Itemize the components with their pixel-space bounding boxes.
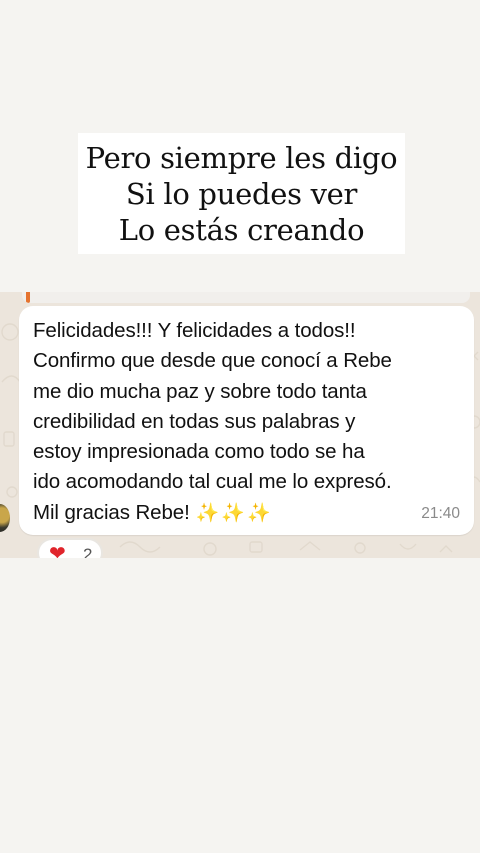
caption-box: Pero siempre les digo Si lo puedes ver L…: [78, 133, 405, 254]
sparkles-emoji: ✨✨✨: [195, 502, 273, 524]
message-last-line: Mil gracias Rebe! ✨✨✨: [33, 498, 465, 529]
heart-icon: ❤: [49, 543, 66, 558]
reaction-count: 2: [83, 545, 93, 558]
message-line: estoy impresionada como todo se ha: [33, 440, 365, 464]
message-line: ido acomodando tal cual me lo expresó.: [33, 470, 392, 494]
message-bubble[interactable]: Felicidades!!! Y felicidades a todos!! C…: [19, 306, 474, 535]
quote-accent-bar: [26, 292, 30, 303]
message-line: Felicidades!!! Y felicidades a todos!!: [33, 319, 356, 342]
message-line: me dio mucha paz y sobre todo tanta: [33, 379, 367, 403]
quoted-message-strip[interactable]: [22, 292, 470, 303]
caption-line-2: Si lo puedes ver: [125, 176, 358, 211]
message-line: Confirmo que desde que conocí a Rebe: [33, 349, 392, 373]
message-text: Felicidades!!! Y felicidades a todos!! C…: [33, 316, 465, 529]
reaction-badge[interactable]: ❤ 2: [37, 538, 103, 558]
message-line: Mil gracias Rebe!: [33, 500, 190, 524]
caption-line-3: Lo estás creando: [118, 212, 365, 247]
message-line: credibilidad en todas sus palabras y: [33, 409, 356, 433]
caption-line-1: Pero siempre les digo: [85, 140, 398, 175]
chat-screenshot: Felicidades!!! Y felicidades a todos!! C…: [0, 292, 480, 558]
message-timestamp: 21:40: [421, 505, 460, 522]
